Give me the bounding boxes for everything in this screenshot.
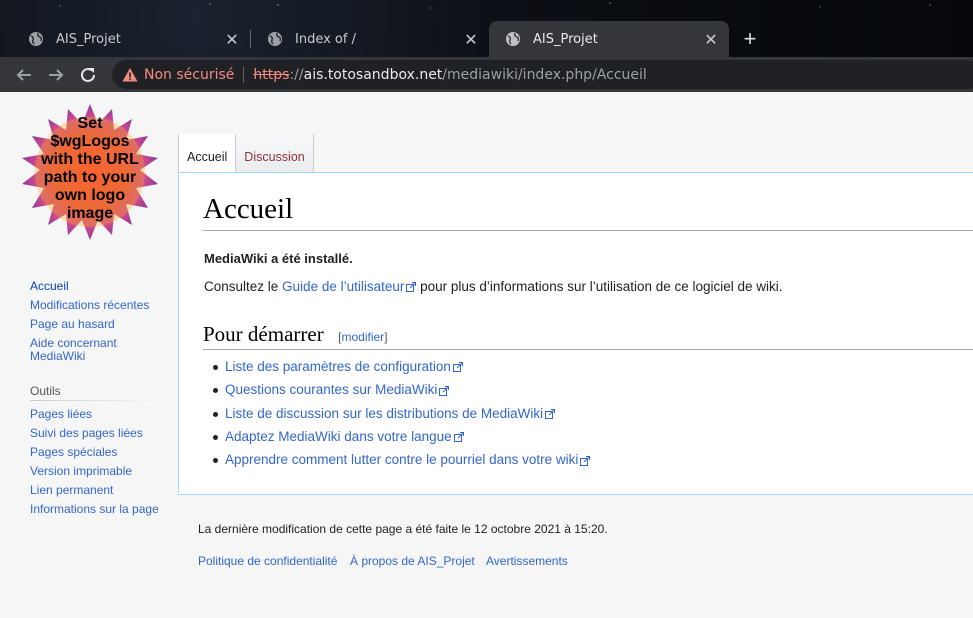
browser-tab-strip: AIS_Projet ✕ Index of / ✕ AIS_Projet ✕ + [0, 0, 973, 60]
consult-suffix: pour plus d’informations sur l’utilisati… [416, 279, 783, 294]
content-area: Accueil MediaWiki a été installé. Consul… [178, 172, 973, 495]
logo-text-line: $wgLogos [50, 133, 129, 150]
external-link-localise[interactable]: Adaptez MediaWiki dans votre langue [225, 429, 464, 444]
forward-arrow-icon[interactable] [45, 64, 67, 86]
tab-discussion[interactable]: Discussion [235, 134, 314, 172]
logo-text-line: with the URL [40, 151, 139, 168]
address-bar[interactable]: Non sécurisé https://ais.totosandbox.net… [112, 60, 973, 89]
url-separator: :// [289, 66, 304, 83]
browser-tab-3-active[interactable]: AIS_Projet ✕ [489, 21, 729, 57]
list-item: Adaptez MediaWiki dans votre langue [212, 425, 590, 448]
footer-about-link[interactable]: À propos de AIS_Projet [350, 554, 475, 568]
external-link-icon [545, 409, 556, 420]
tab-article[interactable]: Accueil [178, 134, 236, 172]
list-item: Liste de discussion sur les distribution… [212, 402, 590, 425]
sidebar-item-recent-changes[interactable]: Modifications récentes [30, 298, 149, 312]
link-text: Questions courantes sur MediaWiki [225, 382, 438, 398]
sidebar-item-accueil[interactable]: Accueil [30, 279, 69, 293]
sidebar-tools-divider [30, 400, 158, 401]
external-link-icon [580, 455, 591, 466]
url-scheme: https [253, 66, 290, 83]
globe-icon [506, 32, 520, 46]
list-item: Liste des paramètres de configuration [212, 355, 590, 378]
logo-text-line: own logo [55, 187, 125, 204]
tab-close-icon[interactable]: ✕ [463, 30, 479, 49]
link-text: Liste de discussion sur les distribution… [225, 405, 544, 421]
link-text: Adaptez MediaWiki dans votre langue [225, 428, 452, 444]
external-link-icon [452, 362, 463, 373]
edit-section-link[interactable]: modifier [342, 330, 385, 344]
list-item: Apprendre comment lutter contre le pourr… [212, 448, 591, 471]
tab-close-icon[interactable]: ✕ [224, 30, 240, 49]
section-title: Pour démarrer [203, 322, 324, 346]
logo-text-line: image [67, 205, 113, 222]
footer-privacy-link[interactable]: Politique de confidentialité [198, 554, 337, 568]
sidebar-item-related-changes[interactable]: Suivi des pages liées [30, 426, 143, 440]
tab-close-icon[interactable]: ✕ [703, 30, 719, 49]
section-heading-getting-started: Pour démarrer [modifier] [203, 322, 973, 350]
sidebar-tools-heading[interactable]: Outils [30, 384, 61, 398]
tab-title: Index of / [295, 31, 356, 47]
url-path: /mediawiki/index.php/Accueil [442, 66, 647, 83]
consult-prefix: Consultez le [204, 279, 283, 294]
back-arrow-icon[interactable] [13, 64, 35, 86]
user-guide-link-text: Guide de l’utilisateur [282, 279, 405, 294]
external-link-mailing-list[interactable]: Liste de discussion sur les distribution… [225, 405, 556, 421]
consult-paragraph: Consultez le Guide de l’utilisateur pour… [204, 279, 783, 294]
sidebar-item-help-line2[interactable]: MediaWiki [30, 349, 85, 363]
logo-text-line: Set [78, 115, 104, 132]
browser-tab-2[interactable]: Index of / ✕ [251, 21, 489, 57]
edit-bracket-close: ] [384, 330, 388, 344]
sidebar-item-help[interactable]: Aide concernant [30, 336, 117, 350]
external-link-icon [439, 385, 450, 396]
logo-text-line: path to your [44, 169, 136, 186]
page-title: Accueil [203, 193, 973, 231]
list-item: Questions courantes sur MediaWiki [212, 378, 590, 401]
wiki-page: Set $wgLogos with the URL path to your o… [0, 92, 973, 618]
sidebar-item-what-links-here[interactable]: Pages liées [30, 407, 92, 421]
external-link-spam[interactable]: Apprendre comment lutter contre le pourr… [225, 452, 591, 468]
external-link-icon [453, 432, 464, 443]
site-logo[interactable]: Set $wgLogos with the URL path to your o… [22, 104, 158, 240]
installed-notice: MediaWiki a été installé. [204, 251, 353, 266]
page-tabs: Accueil Discussion [178, 134, 314, 172]
sidebar-item-printable[interactable]: Version imprimable [30, 464, 132, 478]
tab-title: AIS_Projet [533, 31, 598, 47]
globe-icon [268, 32, 282, 46]
tab-title: AIS_Projet [56, 31, 121, 47]
link-text: Liste des paramètres de configuration [225, 359, 451, 374]
warning-triangle-icon[interactable] [122, 67, 138, 83]
globe-icon [29, 32, 43, 46]
external-link-config[interactable]: Liste des paramètres de configuration [225, 359, 463, 374]
sidebar-item-special-pages[interactable]: Pages spéciales [30, 445, 117, 459]
browser-tab-1[interactable]: AIS_Projet ✕ [12, 21, 250, 57]
sidebar-item-random-page[interactable]: Page au hasard [30, 317, 115, 331]
footer-last-modified: La dernière modification de cette page a… [198, 522, 608, 536]
sidebar-item-page-info[interactable]: Informations sur la page [30, 502, 159, 516]
new-tab-plus-icon[interactable]: + [740, 28, 760, 50]
external-link-faq[interactable]: Questions courantes sur MediaWiki [225, 382, 450, 398]
omnibox-divider [243, 66, 245, 83]
sidebar-item-permalink[interactable]: Lien permanent [30, 483, 113, 497]
user-guide-link[interactable]: Guide de l’utilisateur [282, 279, 417, 294]
security-status[interactable]: Non sécurisé [144, 67, 234, 83]
external-link-icon [406, 282, 417, 293]
url-host: ais.totosandbox.net [303, 66, 443, 83]
section-edit: [modifier] [338, 330, 387, 344]
getting-started-list: Liste des paramètres de configuration Qu… [212, 355, 591, 471]
browser-toolbar: Non sécurisé https://ais.totosandbox.net… [0, 57, 973, 92]
reload-icon[interactable] [77, 64, 99, 86]
link-text: Apprendre comment lutter contre le pourr… [225, 452, 579, 468]
footer-disclaimers-link[interactable]: Avertissements [486, 554, 568, 568]
